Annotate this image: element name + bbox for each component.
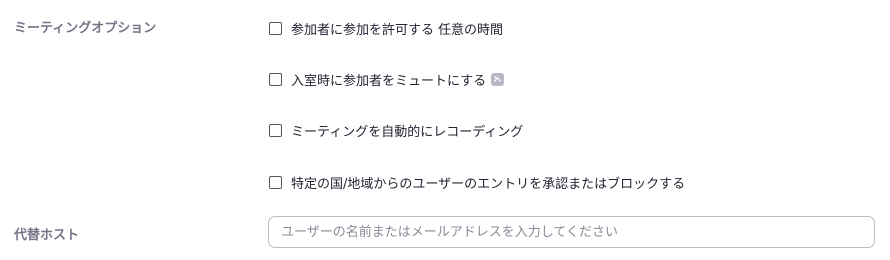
info-badge-icon[interactable] — [491, 72, 505, 86]
mute-on-entry-checkbox[interactable] — [269, 72, 282, 86]
meeting-options-label: ミーティングオプション — [14, 21, 157, 36]
auto-record-label: ミーティングを自動的にレコーディング — [291, 124, 524, 140]
mute-on-entry-label: 入室時に参加者をミュートにする — [291, 73, 487, 89]
alternative-host-label: 代替ホスト — [14, 228, 80, 243]
region-approval-label: 特定の国/地域からのユーザーのエントリを承認またはブロックする — [291, 176, 686, 192]
option-auto-record[interactable]: ミーティングを自動的にレコーディング — [269, 121, 524, 140]
option-allow-join-anytime[interactable]: 参加者に参加を許可する 任意の時間 — [269, 19, 504, 38]
allow-join-anytime-extra: 任意の時間 — [438, 22, 504, 38]
option-region-approval[interactable]: 特定の国/地域からのユーザーのエントリを承認またはブロックする — [269, 173, 686, 192]
allow-join-anytime-checkbox[interactable] — [269, 21, 282, 35]
allow-join-anytime-label: 参加者に参加を許可する — [291, 22, 435, 38]
region-approval-checkbox[interactable] — [269, 175, 282, 189]
auto-record-checkbox[interactable] — [269, 123, 282, 137]
option-mute-on-entry[interactable]: 入室時に参加者をミュートにする — [269, 70, 505, 89]
alternative-host-input[interactable] — [268, 216, 875, 248]
